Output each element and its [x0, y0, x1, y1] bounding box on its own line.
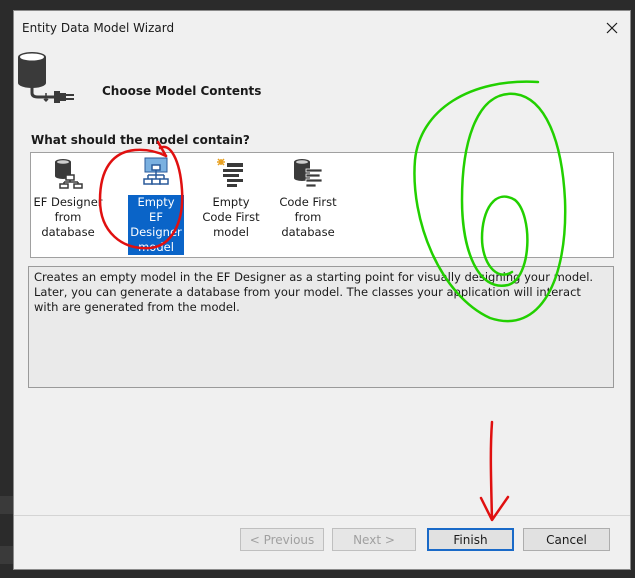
model-option-empty-ef-designer[interactable]: Empty EF Designer model [119, 155, 193, 255]
page-title: Choose Model Contents [102, 84, 262, 98]
close-icon [606, 22, 618, 34]
ide-background-strip [0, 496, 14, 514]
model-option-label: Empty Code First model [202, 195, 260, 239]
model-option-empty-code-first[interactable]: Empty Code First model [194, 155, 268, 240]
model-option-label: EF Designer from database [33, 195, 103, 239]
close-button[interactable] [594, 11, 630, 45]
ide-background-strip [0, 546, 14, 564]
window-title: Entity Data Model Wizard [22, 21, 175, 35]
model-description: Creates an empty model in the EF Designe… [28, 266, 614, 388]
title-bar: Entity Data Model Wizard [14, 11, 630, 45]
entity-data-model-wizard-dialog: Entity Data Model Wizard Choose Model Co… [13, 10, 631, 570]
previous-button[interactable]: < Previous [240, 528, 324, 551]
code-first-icon [217, 158, 243, 187]
model-option-ef-designer-from-database[interactable]: EF Designer from database [31, 155, 105, 240]
code-first-database-icon [294, 159, 323, 188]
cancel-button[interactable]: Cancel [523, 528, 610, 551]
model-option-label: Code First from database [279, 195, 337, 239]
database-model-icon [55, 159, 83, 189]
finish-button[interactable]: Finish [427, 528, 514, 551]
model-contents-list: EF Designer from database Empty EF Desig… [30, 152, 614, 258]
model-contents-label: What should the model contain? [31, 133, 250, 147]
model-option-label: Empty EF Designer model [128, 195, 184, 255]
next-button[interactable]: Next > [332, 528, 416, 551]
database-plug-icon [18, 52, 74, 103]
empty-model-icon [143, 157, 169, 185]
button-separator [14, 515, 630, 516]
model-option-code-first-from-database[interactable]: Code First from database [271, 155, 345, 240]
wizard-header: Choose Model Contents [14, 45, 630, 129]
